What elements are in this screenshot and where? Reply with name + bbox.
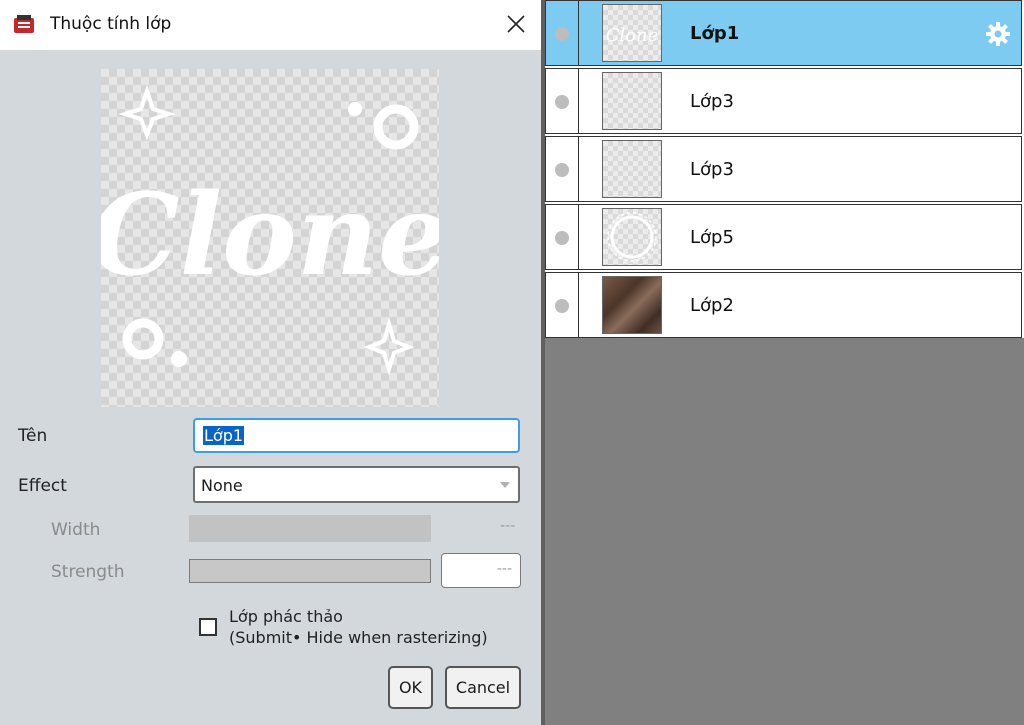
strength-input[interactable]: ---	[441, 553, 521, 588]
chevron-down-icon	[500, 482, 510, 488]
layer-row[interactable]: Clone Lớp1	[545, 0, 1022, 66]
column-divider	[578, 1, 579, 65]
column-divider	[578, 273, 579, 337]
column-divider	[578, 205, 579, 269]
layer-name: Lớp2	[690, 295, 734, 316]
close-icon[interactable]	[498, 8, 532, 42]
layer-row[interactable]: Lớp3	[545, 68, 1022, 134]
layer-row[interactable]: Lớp2	[545, 272, 1022, 338]
column-divider	[578, 137, 579, 201]
visibility-dot-icon[interactable]	[555, 95, 569, 109]
name-label: Tên	[18, 426, 48, 446]
app-icon	[14, 15, 34, 33]
layer-properties-dialog: Thuộc tính lớp Clone Tên Lớp1 Effect Non…	[0, 0, 541, 725]
layer-thumbnail: Clone	[602, 4, 662, 62]
strength-label: Strength	[51, 562, 125, 582]
effect-value: None	[201, 476, 243, 495]
preview-text: Clone	[101, 170, 439, 301]
visibility-dot-icon[interactable]	[555, 231, 569, 245]
layer-name: Lớp1	[690, 23, 740, 44]
layer-row[interactable]: Lớp3	[545, 136, 1022, 202]
layer-preview: Clone	[101, 69, 439, 407]
draft-layer-label: Lớp phác thảo (Submit• Hide when rasteri…	[229, 606, 488, 648]
width-label: Width	[51, 520, 101, 540]
layer-name-input[interactable]: Lớp1	[193, 418, 520, 453]
layer-name: Lớp3	[690, 159, 734, 180]
layer-row[interactable]: Lớp5	[545, 204, 1022, 270]
draft-layer-label-line1: Lớp phác thảo	[229, 607, 343, 626]
empty-layers-area	[545, 338, 1024, 725]
ok-button[interactable]: OK	[388, 666, 433, 709]
layer-thumbnail	[602, 208, 662, 266]
layer-thumbnail	[602, 140, 662, 198]
effect-label: Effect	[18, 476, 67, 496]
visibility-dot-icon[interactable]	[555, 299, 569, 313]
visibility-dot-icon[interactable]	[555, 27, 569, 41]
layer-thumbnail	[602, 72, 662, 130]
dialog-title: Thuộc tính lớp	[50, 14, 172, 34]
cancel-button[interactable]: Cancel	[445, 666, 521, 709]
clone-artwork-image: Clone	[101, 84, 439, 376]
column-divider	[578, 69, 579, 133]
layer-name: Lớp5	[690, 227, 734, 248]
layer-name: Lớp3	[690, 91, 734, 112]
draft-layer-label-line2: (Submit• Hide when rasterizing)	[229, 628, 488, 647]
strength-slider[interactable]	[189, 559, 431, 583]
draft-layer-checkbox[interactable]	[199, 618, 217, 636]
width-slider	[189, 515, 431, 542]
effect-select[interactable]: None	[193, 466, 520, 503]
visibility-dot-icon[interactable]	[555, 163, 569, 177]
width-value: ---	[500, 518, 516, 534]
dialog-titlebar: Thuộc tính lớp	[0, 0, 541, 50]
layer-name-value: Lớp1	[203, 426, 245, 445]
gear-icon[interactable]	[985, 21, 1011, 47]
svg-text:Clone: Clone	[606, 25, 659, 46]
layer-thumbnail	[602, 276, 662, 334]
